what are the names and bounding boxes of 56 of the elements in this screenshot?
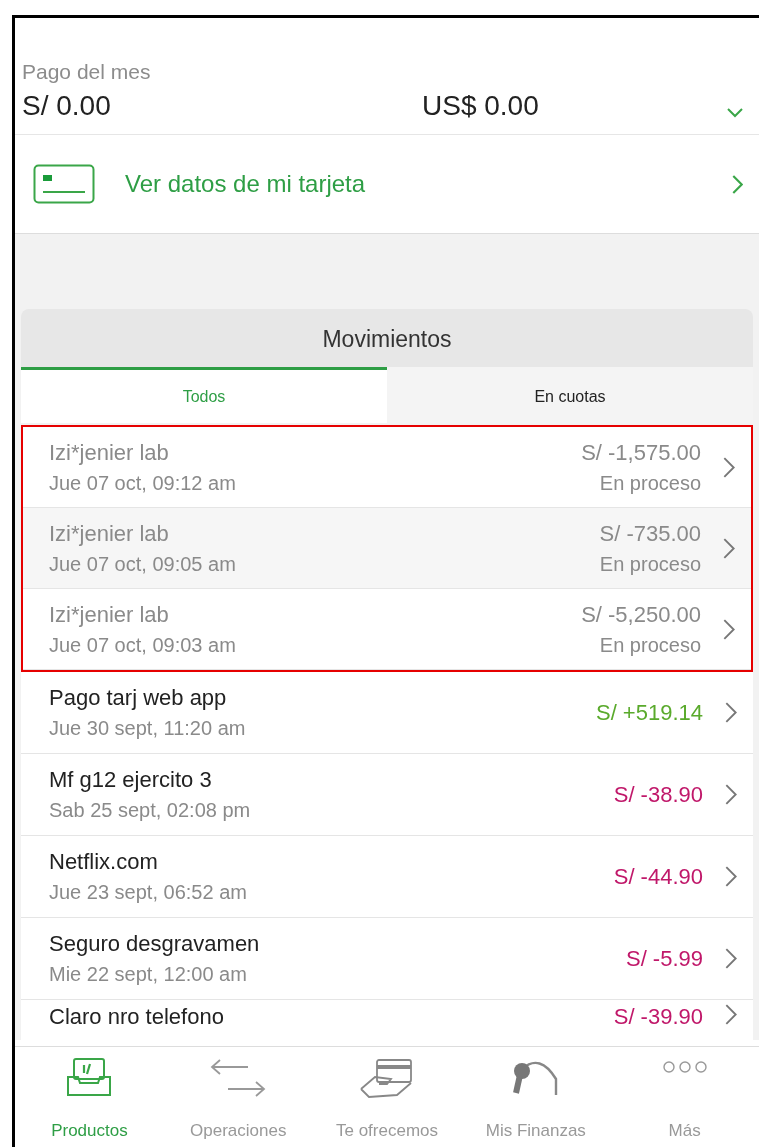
chevron-right-icon <box>723 456 735 478</box>
movement-date: Jue 07 oct, 09:12 am <box>49 471 237 495</box>
chevron-right-icon <box>723 537 735 559</box>
movement-row[interactable]: Netflix.com Jue 23 sept, 06:52 am S/ -44.90 <box>21 836 753 918</box>
movement-status: En proceso <box>599 471 701 495</box>
card-icon <box>33 164 95 204</box>
merchant-name: Izi*jenier lab <box>49 601 170 628</box>
movement-row[interactable]: Izi*jenier lab Jue 07 oct, 09:05 am S/ -735.00 En proceso <box>23 508 751 589</box>
merchant-name: Netflix.com <box>49 849 159 875</box>
chevron-right-icon <box>725 1004 737 1025</box>
movement-amount: S/ -1,575.00 <box>581 439 701 466</box>
expand-chevron-icon[interactable] <box>727 108 743 118</box>
movement-row[interactable]: Pago tarj web app Jue 30 sept, 11:20 am S/ +519.14 <box>21 672 753 754</box>
movement-amount: S/ -39.90 <box>613 1004 703 1030</box>
tray-icon <box>66 1057 113 1097</box>
amount-usd: US$ 0.00 <box>422 90 539 122</box>
movement-date: Sab 25 sept, 02:08 pm <box>49 799 252 822</box>
chevron-right-icon <box>725 866 737 887</box>
movement-date: Mie 22 sept, 12:00 am <box>49 963 248 986</box>
nav-tab[interactable]: Más <box>610 1047 759 1147</box>
chevron-right-icon <box>725 702 737 723</box>
nav-tab[interactable]: Te ofrecemos <box>312 1047 462 1147</box>
movement-amount: S/ +519.14 <box>595 699 703 726</box>
chevron-right-icon <box>732 174 743 194</box>
movement-row[interactable]: Mf g12 ejercito 3 Sab 25 sept, 02:08 pm S/ -38.90 <box>21 754 753 836</box>
movement-row[interactable]: Claro nro telefono S/ -39.90 <box>21 1000 753 1040</box>
movement-date: Jue 30 sept, 11:20 am <box>49 717 247 740</box>
movements-header: Movimientos <box>21 309 753 367</box>
merchant-name: Pago tarj web app <box>49 685 228 711</box>
movement-amount: S/ -5.99 <box>625 945 703 972</box>
movement-amount: S/ -44.90 <box>613 863 703 890</box>
merchant-name: Mf g12 ejercito 3 <box>49 767 213 793</box>
amount-pen: S/ 0.00 <box>22 90 112 122</box>
movement-status: En proceso <box>599 552 701 576</box>
movement-amount: S/ -5,250.00 <box>581 601 701 628</box>
movement-row[interactable]: Izi*jenier lab Jue 07 oct, 09:03 am S/ -5,250.00 En proceso <box>23 589 751 670</box>
nav-tab[interactable]: Mis Finanzas <box>461 1047 611 1147</box>
movement-row[interactable]: Izi*jenier lab Jue 07 oct, 09:12 am S/ -1,575.00 En proceso <box>23 427 751 508</box>
chevron-right-icon <box>725 784 737 805</box>
nav-tab[interactable]: Operaciones <box>163 1047 313 1147</box>
merchant-name: Izi*jenier lab <box>49 520 170 547</box>
merchant-name: Seguro desgravamen <box>49 931 261 957</box>
chevron-right-icon <box>723 618 735 640</box>
nav-tab[interactable]: Productos <box>15 1047 164 1147</box>
chevron-right-icon <box>725 948 737 969</box>
merchant-name: Izi*jenier lab <box>49 439 170 466</box>
movement-row[interactable]: Seguro desgravamen Mie 22 sept, 12:00 am S/ -5.99 <box>21 918 753 1000</box>
merchant-name: Claro nro telefono <box>49 1004 225 1030</box>
movement-date: Jue 07 oct, 09:05 am <box>49 552 237 576</box>
movement-date: Jue 23 sept, 06:52 am <box>49 881 248 904</box>
payment-label: Pago del mes <box>22 60 152 84</box>
movement-status: En proceso <box>599 633 701 657</box>
movement-date: Jue 07 oct, 09:03 am <box>49 633 237 657</box>
movement-amount: S/ -735.00 <box>599 520 701 547</box>
movement-amount: S/ -38.90 <box>613 781 703 808</box>
movements-tab[interactable]: Todos <box>21 367 387 423</box>
